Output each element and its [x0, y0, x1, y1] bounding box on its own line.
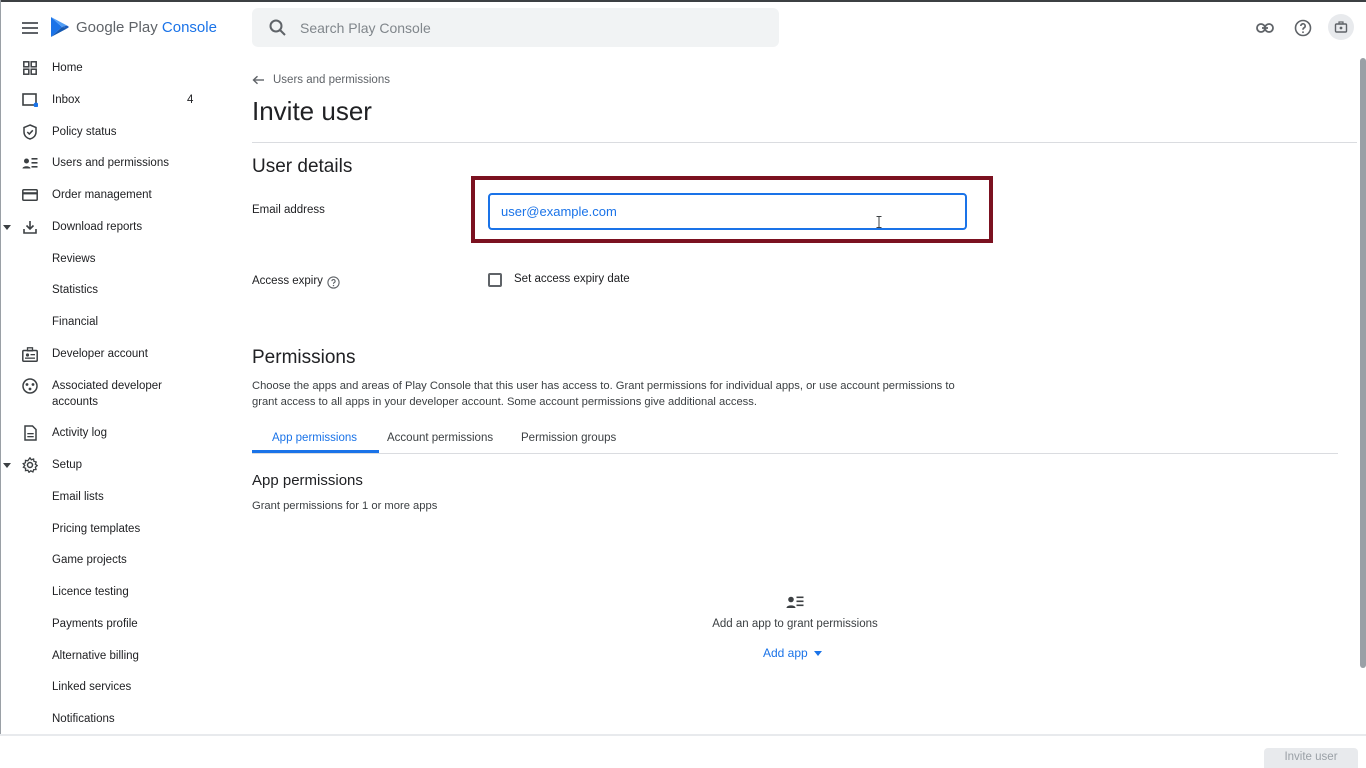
sidebar-item-users-and-permissions[interactable]: Users and permissions — [0, 149, 230, 177]
sidebar-item-download-reports[interactable]: Download reports — [0, 213, 230, 241]
sidebar-item-label: Notifications — [52, 713, 115, 725]
access-expiry-checkbox-label[interactable]: Set access expiry date — [514, 273, 630, 285]
briefcase-icon — [1334, 21, 1348, 33]
sidebar-item-label: Game projects — [52, 554, 127, 566]
app-permissions-description: Grant permissions for 1 or more apps — [252, 500, 438, 512]
help-icon[interactable] — [1292, 17, 1314, 39]
breadcrumb[interactable]: Users and permissions — [252, 74, 390, 86]
text-cursor-icon — [876, 216, 882, 228]
sidebar-item-label: Download reports — [52, 221, 143, 233]
sidebar-item-label: Setup — [52, 459, 83, 471]
sidebar-item-label: Order management — [52, 189, 152, 201]
sidebar-item-home[interactable]: Home — [0, 54, 230, 82]
card-icon — [20, 185, 40, 205]
app-permissions-title: App permissions — [252, 472, 363, 489]
sidebar-item-associated-developer-accounts[interactable]: Associated developer accounts — [0, 372, 230, 416]
main-content: Users and permissions Invite user User d… — [252, 54, 1357, 734]
sidebar-item-notifications[interactable]: Notifications — [0, 705, 230, 733]
download-icon — [20, 217, 40, 237]
scrollbar[interactable] — [1360, 58, 1366, 668]
sidebar-item-label: Users and permissions — [52, 157, 169, 169]
shield-icon — [20, 122, 40, 142]
page-title: Invite user — [252, 96, 372, 126]
sidebar-item-activity-log[interactable]: Activity log — [0, 419, 230, 447]
divider — [252, 142, 1357, 143]
permissions-heading: Permissions — [252, 347, 356, 368]
sidebar-item-label: Activity log — [52, 427, 107, 439]
breadcrumb-label: Users and permissions — [273, 74, 390, 86]
document-icon — [20, 423, 40, 443]
sidebar-item-alternative-billing[interactable]: Alternative billing — [0, 642, 230, 670]
sidebar-item-label: Associated developer accounts — [52, 380, 162, 408]
sidebar-item-label: Financial — [52, 316, 99, 328]
account-avatar[interactable] — [1328, 14, 1354, 40]
sidebar-item-email-lists[interactable]: Email lists — [0, 483, 230, 511]
sidebar-item-pricing-templates[interactable]: Pricing templates — [0, 515, 230, 543]
play-console-logo[interactable]: Google Play Console — [50, 16, 217, 38]
caret-down-icon — [813, 650, 822, 656]
arrow-back-icon — [252, 75, 264, 85]
inbox-count-badge: 4 — [187, 94, 194, 106]
email-field[interactable] — [488, 193, 967, 230]
caret-down-icon[interactable] — [3, 223, 11, 231]
sidebar-item-game-projects[interactable]: Game projects — [0, 546, 230, 574]
access-expiry-checkbox[interactable] — [488, 273, 502, 287]
sidebar-item-label: Inbox — [52, 94, 81, 106]
users-icon — [20, 153, 40, 173]
sidebar-item-label: Linked services — [52, 681, 132, 693]
badge-icon — [20, 344, 40, 364]
search-input[interactable] — [300, 19, 740, 36]
sidebar-item-label: Pricing templates — [52, 523, 141, 535]
permissions-description: Choose the apps and areas of Play Consol… — [252, 380, 955, 408]
sidebar-item-payments-profile[interactable]: Payments profile — [0, 610, 230, 638]
tab-app-permissions[interactable]: App permissions — [272, 432, 357, 444]
inbox-icon — [20, 90, 40, 110]
access-expiry-label: Access expiry — [252, 275, 323, 287]
help-icon[interactable] — [327, 276, 340, 289]
sidebar-item-label: Licence testing — [52, 586, 129, 598]
gear-icon — [20, 455, 40, 475]
grid-icon — [20, 58, 40, 78]
sidebar-item-label: Alternative billing — [52, 650, 139, 662]
sidebar-item-policy-status[interactable]: Policy status — [0, 118, 230, 146]
sidebar-item-developer-account[interactable]: Developer account — [0, 340, 230, 368]
empty-state-text: Add an app to grant permissions — [712, 618, 878, 630]
search-bar[interactable] — [252, 8, 779, 47]
sidebar-item-order-management[interactable]: Order management — [0, 181, 230, 209]
user-details-heading: User details — [252, 156, 353, 177]
menu-icon[interactable] — [18, 16, 42, 40]
sidebar-item-licence-testing[interactable]: Licence testing — [0, 578, 230, 606]
tab-permission-groups[interactable]: Permission groups — [521, 432, 616, 444]
sidebar-item-inbox[interactable]: Inbox 4 — [0, 86, 230, 114]
users-icon — [786, 596, 804, 608]
search-icon — [269, 19, 286, 36]
add-app-button[interactable]: Add app — [763, 646, 822, 660]
associated-icon — [20, 376, 40, 396]
sidebar-item-label: Payments profile — [52, 618, 138, 630]
sidebar-item-setup[interactable]: Setup — [0, 451, 230, 479]
sidebar-item-label: Home — [52, 62, 83, 74]
link-icon[interactable] — [1254, 17, 1276, 39]
sidebar-item-linked-services[interactable]: Linked services — [0, 673, 230, 701]
add-app-label: Add app — [763, 646, 808, 660]
email-label: Email address — [252, 204, 325, 216]
permissions-tabs: App permissions Account permissions Perm… — [252, 426, 1338, 454]
sidebar-item-label: Email lists — [52, 491, 104, 503]
tab-account-permissions[interactable]: Account permissions — [387, 432, 493, 444]
sidebar-item-label: Statistics — [52, 284, 99, 296]
invite-user-button[interactable]: Invite user — [1264, 748, 1358, 768]
active-tab-indicator — [252, 450, 379, 453]
sidebar-item-label: Policy status — [52, 126, 117, 138]
caret-down-icon[interactable] — [3, 461, 11, 469]
sidebar-item-label: Reviews — [52, 253, 96, 265]
app-title: Google Play Console — [76, 18, 217, 36]
footer-bar: Invite user — [0, 734, 1366, 768]
nav-sidebar: Home Inbox 4 Policy status Users and per… — [0, 54, 230, 734]
sidebar-item-reviews[interactable]: Reviews — [0, 245, 230, 273]
play-logo-icon — [51, 17, 69, 37]
top-app-bar: Google Play Console — [0, 2, 1366, 54]
sidebar-item-financial[interactable]: Financial — [0, 308, 230, 336]
sidebar-item-statistics[interactable]: Statistics — [0, 276, 230, 304]
sidebar-item-label: Developer account — [52, 348, 148, 360]
